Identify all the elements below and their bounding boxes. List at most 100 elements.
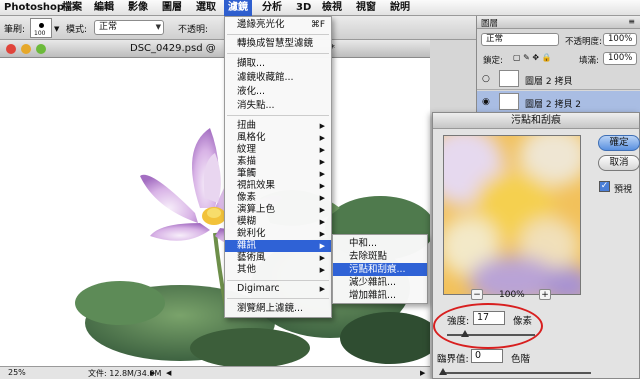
visibility-eye-icon[interactable]: ◉ (482, 97, 490, 107)
filter-menu-item-extract[interactable]: 擷取... (225, 58, 331, 70)
filter-menu-item-blur[interactable]: 模糊 ▶ (225, 216, 331, 228)
menu-window[interactable]: 視窗 (352, 0, 380, 16)
lock-icons[interactable]: ▢ ✎ ✥ 🔒 (513, 53, 552, 62)
menu-separator (227, 34, 329, 35)
mode-select[interactable]: 正常 ▼ (94, 20, 164, 35)
filter-menu-item-brush-strokes[interactable]: 筆觸 ▶ (225, 168, 331, 180)
submenu-arrow-icon: ▶ (319, 182, 325, 190)
menu-item-label: 演算上色 (237, 204, 276, 215)
filter-menu-item-liquify[interactable]: 液化... (225, 86, 331, 98)
filter-menu-item-smart-filter[interactable]: 轉換成智慧型濾鏡 (225, 38, 331, 50)
menu-edit[interactable]: 編輯 (90, 0, 118, 16)
threshold-input[interactable]: 0 (471, 349, 503, 363)
menu-filter[interactable]: 濾鏡 (224, 0, 252, 16)
menu-item-label: 消失點... (237, 100, 275, 111)
menu-item-label: 雜訊 (237, 240, 257, 251)
shortcut-label: ⌘F (310, 20, 325, 30)
zoom-in-button[interactable]: + (539, 289, 551, 300)
filter-menu-item-video[interactable]: 視訊效果 ▶ (225, 180, 331, 192)
minimize-window-icon[interactable] (21, 44, 31, 54)
close-window-icon[interactable] (6, 44, 16, 54)
layer-thumbnail (499, 93, 519, 110)
document-title: DSC_0429.psd @ (130, 43, 216, 54)
filter-menu-item-browse-online[interactable]: 瀏覽網上濾鏡... (225, 303, 331, 315)
filter-menu-item-distort[interactable]: 扭曲 ▶ (225, 120, 331, 132)
menu-item-label: 銳利化 (237, 228, 266, 239)
filter-menu-item-artistic[interactable]: 藝術風 ▶ (225, 252, 331, 264)
tab-layers[interactable]: 圖層 (481, 17, 498, 29)
dust-scratches-dialog: 污點和刮痕 − 100% + 確定 取消 ✓ 預視 強度: 17 像素 臨界值: (432, 112, 640, 379)
menu-separator (227, 53, 329, 54)
submenu-item-despeckle[interactable]: 去除斑點 (333, 250, 427, 263)
menu-view[interactable]: 檢視 (318, 0, 346, 16)
menu-help[interactable]: 說明 (386, 0, 414, 16)
menu-analysis[interactable]: 分析 (258, 0, 286, 16)
submenu-item-reduce-noise[interactable]: 減少雜訊... (333, 276, 427, 289)
menu-layer[interactable]: 圖層 (158, 0, 186, 16)
layer-row-selected[interactable]: ◉ 圖層 2 拷貝 2 (477, 91, 640, 113)
layer-row[interactable]: ○ 圖層 2 拷貝 (477, 68, 640, 90)
layer-opacity-field[interactable]: 100% (603, 33, 637, 46)
filter-menu-item-gallery[interactable]: 濾鏡收藏館... (225, 72, 331, 84)
submenu-item-add-noise[interactable]: 增加雜訊... (333, 289, 427, 302)
filter-menu-item-stylize[interactable]: 風格化 ▶ (225, 132, 331, 144)
scroll-right-icon[interactable]: ▶ (420, 369, 425, 377)
dialog-title: 污點和刮痕 (433, 113, 639, 129)
submenu-arrow-icon: ▶ (319, 218, 325, 226)
submenu-item-median[interactable]: 中和... (333, 237, 427, 250)
zoom-window-icon[interactable] (36, 44, 46, 54)
status-menu-icon[interactable]: ▶ (150, 369, 155, 377)
menubar: Photoshop 檔案 編輯 影像 圖層 選取 濾鏡 分析 3D 檢視 視窗 … (0, 0, 640, 16)
filter-menu-item-digimarc[interactable]: Digimarc ▶ (225, 283, 331, 295)
mode-value: 正常 (99, 22, 118, 32)
submenu-arrow-icon: ▶ (319, 194, 325, 202)
submenu-item-dust-scratches[interactable]: 污點和刮痕... (333, 263, 427, 276)
filter-menu-item-sketch[interactable]: 素描 ▶ (225, 156, 331, 168)
layer-blend-mode-select[interactable]: 正常 (481, 33, 559, 46)
noise-submenu: 中和... 去除斑點 污點和刮痕... 減少雜訊... 增加雜訊... (332, 234, 428, 304)
filter-menu-item-sharpen[interactable]: 銳利化 ▶ (225, 228, 331, 240)
menu-3d[interactable]: 3D (292, 0, 315, 16)
menu-image[interactable]: 影像 (124, 0, 152, 16)
submenu-arrow-icon: ▶ (319, 266, 325, 274)
menu-file[interactable]: 檔案 (58, 0, 86, 16)
zoom-out-button[interactable]: − (471, 289, 483, 300)
zoom-level[interactable]: 25% (8, 368, 26, 377)
menu-separator (227, 298, 329, 299)
menu-item-label: 素描 (237, 156, 257, 167)
submenu-arrow-icon: ▶ (319, 146, 325, 154)
filter-menu-item-pixelate[interactable]: 像素 ▶ (225, 192, 331, 204)
document-canvas[interactable] (0, 58, 430, 366)
threshold-slider-track[interactable] (441, 372, 591, 374)
submenu-arrow-icon: ▶ (319, 230, 325, 238)
submenu-arrow-icon: ▶ (319, 285, 325, 293)
preview-checkbox[interactable]: ✓ (599, 181, 610, 192)
fill-field[interactable]: 100% (603, 52, 637, 65)
panel-menu-icon[interactable]: ≡ (628, 17, 635, 26)
menu-item-label: 風格化 (237, 132, 266, 143)
scroll-left-icon[interactable]: ◀ (166, 369, 171, 377)
brush-preset-picker[interactable]: 100 (30, 18, 52, 38)
filter-menu-item-vanishing-point[interactable]: 消失點... (225, 100, 331, 112)
filter-menu-item-render[interactable]: 演算上色 ▶ (225, 204, 331, 216)
brush-dropdown-icon[interactable]: ▼ (54, 25, 59, 33)
ok-button[interactable]: 確定 (598, 135, 640, 151)
cancel-button[interactable]: 取消 (598, 155, 640, 171)
threshold-slider-thumb[interactable] (439, 368, 447, 375)
filter-preview[interactable] (443, 135, 581, 295)
filter-menu-item-other[interactable]: 其他 ▶ (225, 264, 331, 276)
layer-name: 圖層 2 拷貝 (525, 77, 573, 87)
status-bar: 25% 文件: 12.8M/34.0M ▶ ◀ ▶ (0, 366, 430, 379)
menu-item-label: Digimarc (237, 283, 280, 294)
layers-panel-header: 圖層 ≡ (477, 16, 640, 29)
filter-menu-item-texture[interactable]: 紋理 ▶ (225, 144, 331, 156)
filter-menu-item-noise[interactable]: 雜訊 ▶ (225, 240, 331, 252)
chevron-down-icon: ▼ (155, 23, 161, 31)
filter-menu-item-last-filter[interactable]: 邊緣亮光化 ⌘F (225, 19, 331, 31)
menu-select[interactable]: 選取 (192, 0, 220, 16)
visibility-eye-icon[interactable]: ○ (482, 74, 490, 84)
menu-item-label: 扭曲 (237, 120, 257, 131)
submenu-arrow-icon: ▶ (319, 254, 325, 262)
fill-value: 100% (608, 53, 633, 63)
mode-label: 模式: (66, 25, 88, 35)
